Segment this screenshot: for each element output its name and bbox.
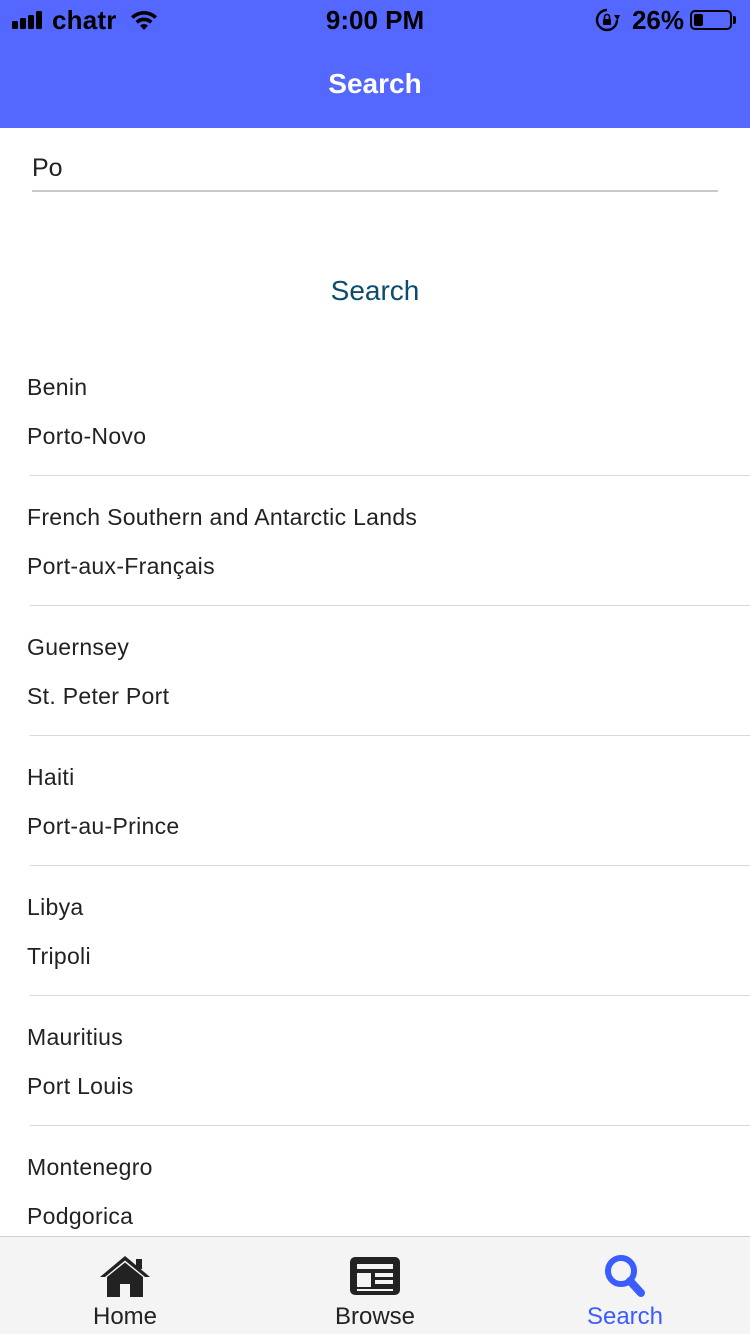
result-item[interactable]: Montenegro Podgorica (0, 1126, 750, 1236)
result-country: Montenegro (27, 1154, 153, 1180)
home-icon (97, 1253, 153, 1299)
result-item[interactable]: Libya Tripoli (0, 866, 750, 996)
tab-search[interactable]: Search (500, 1237, 750, 1334)
search-button[interactable]: Search (250, 266, 500, 316)
result-capital: Port-aux-Français (27, 553, 215, 579)
tab-home[interactable]: Home (0, 1237, 250, 1334)
result-item[interactable]: Guernsey St. Peter Port (0, 606, 750, 736)
newspaper-icon (347, 1253, 403, 1299)
result-capital: Porto-Novo (27, 423, 147, 449)
battery-icon (690, 10, 732, 30)
result-country: Mauritius (27, 1024, 124, 1050)
status-right: 26% (594, 4, 736, 35)
result-country: Haiti (27, 764, 75, 790)
result-capital: St. Peter Port (27, 683, 170, 709)
tab-bar: Home Browse Search (0, 1236, 750, 1334)
results-list: Benin Porto-Novo French Southern and Antar… (0, 346, 750, 1236)
tab-label: Browse (334, 1303, 416, 1330)
search-icon (597, 1253, 653, 1299)
battery-percent: 26% (631, 4, 684, 35)
result-item[interactable]: French Southern and Antarctic Lands Port-… (0, 476, 750, 606)
result-item[interactable]: Benin Porto-Novo (0, 346, 750, 476)
page-title: Search (328, 68, 422, 99)
result-capital: Podgorica (27, 1203, 134, 1229)
battery-tip (733, 16, 736, 24)
result-country: Benin (27, 374, 88, 400)
header: chatr 9:00 PM 26% Search (0, 0, 750, 128)
result-country: Libya (27, 894, 84, 920)
search-input[interactable] (32, 146, 718, 192)
result-country: Guernsey (27, 634, 130, 660)
result-capital: Port Louis (27, 1073, 134, 1099)
app-screen: chatr 9:00 PM 26% Search Po Search Benin… (0, 0, 750, 1334)
result-item[interactable]: Haiti Port-au-Prince (0, 736, 750, 866)
rotation-lock-icon (595, 8, 620, 32)
tab-label: Home (92, 1303, 158, 1330)
result-capital: Tripoli (27, 943, 91, 969)
battery-fill (694, 14, 703, 26)
tab-label: Search (586, 1303, 664, 1330)
result-capital: Port-au-Prince (27, 813, 180, 839)
tab-browse[interactable]: Browse (250, 1237, 500, 1334)
result-item[interactable]: Mauritius Port Louis (0, 996, 750, 1126)
status-bar: chatr 9:00 PM 26% (0, 0, 750, 40)
result-country: French Southern and Antarctic Lands (27, 504, 418, 530)
